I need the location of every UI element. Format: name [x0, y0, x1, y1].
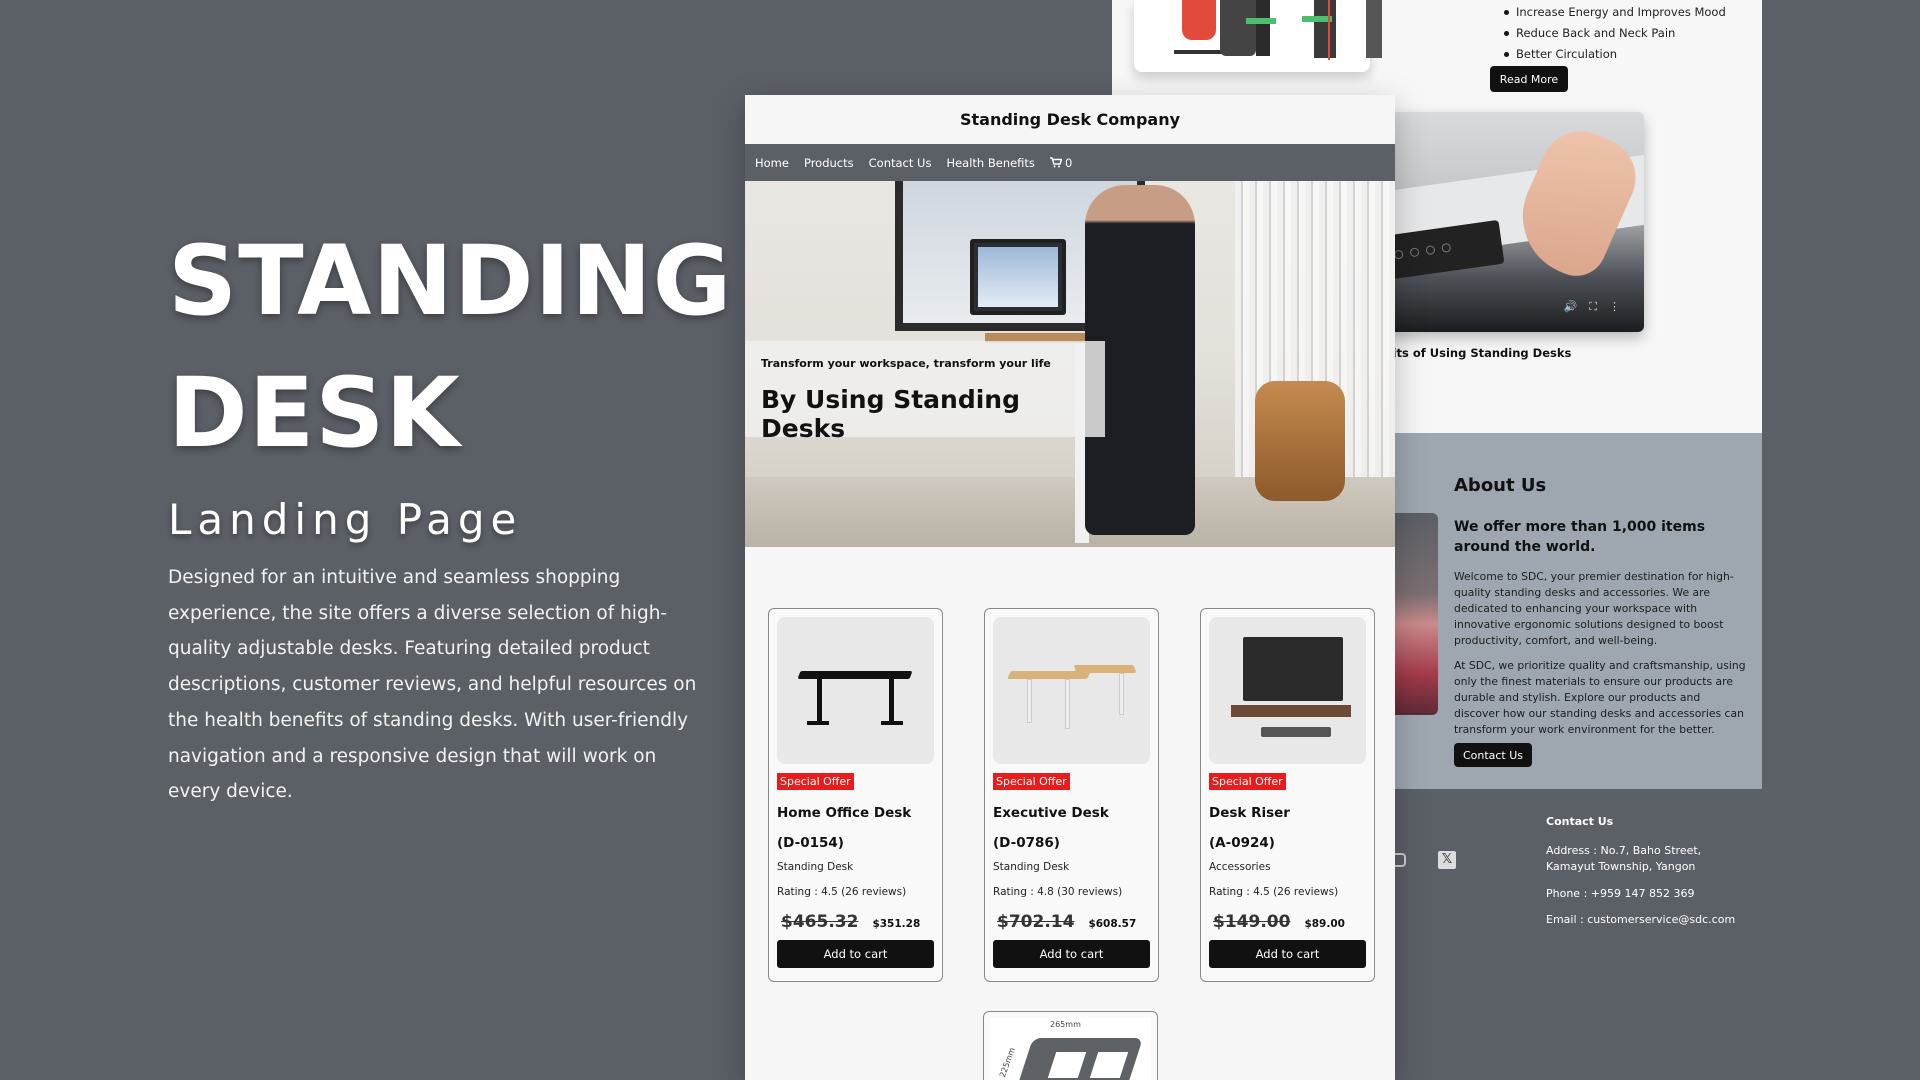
- product-card[interactable]: Special Offer Desk Riser (A-0924) Accesso…: [1200, 608, 1375, 982]
- dimension-label: 265mm: [1050, 1020, 1081, 1029]
- product-card[interactable]: 265mm 225mm: [983, 1011, 1158, 1080]
- footer-email[interactable]: Email : customerservice@sdc.com: [1546, 913, 1735, 926]
- about-paragraph: Welcome to SDC, your premier destination…: [1454, 570, 1734, 647]
- special-offer-badge: Special Offer: [1209, 773, 1286, 790]
- product-card[interactable]: Special Offer Executive Desk (D-0786) Sta…: [984, 608, 1159, 982]
- old-price: $702.14: [997, 912, 1075, 932]
- hero-subtitle: Landing Page: [168, 495, 523, 544]
- special-offer-badge: Special Offer: [777, 773, 854, 790]
- benefit-item: Better Circulation: [1504, 44, 1726, 65]
- special-offer-badge: Special Offer: [993, 773, 1070, 790]
- product-name[interactable]: Executive Desk (D-0786): [993, 798, 1150, 858]
- product-name[interactable]: Home Office Desk (D-0154): [777, 798, 934, 858]
- product-rating: Rating : 4.5 (26 reviews): [1209, 886, 1339, 898]
- video-controls-icon[interactable]: 🔊⛶⋮: [1564, 300, 1632, 314]
- product-category: Standing Desk: [777, 861, 854, 873]
- product-image[interactable]: [993, 617, 1150, 764]
- add-to-cart-button[interactable]: Add to cart: [1209, 940, 1366, 968]
- add-to-cart-button[interactable]: Add to cart: [777, 940, 934, 968]
- product-rating: Rating : 4.8 (30 reviews): [993, 886, 1123, 898]
- old-price: $465.32: [781, 912, 859, 932]
- product-card[interactable]: Special Offer Home Office Desk (D-0154) S…: [768, 608, 943, 982]
- hero-description: Designed for an intuitive and seamless s…: [168, 567, 697, 803]
- x-twitter-icon[interactable]: 𝕏: [1438, 851, 1456, 869]
- product-rating: Rating : 4.5 (26 reviews): [777, 886, 907, 898]
- about-title: About Us: [1454, 475, 1547, 496]
- ergonomics-illustration: [1134, 0, 1382, 72]
- product-image[interactable]: [777, 617, 934, 764]
- old-price: $149.00: [1213, 912, 1291, 932]
- hero-title-line1: STANDING: [168, 225, 733, 337]
- sale-price: $608.57: [1088, 918, 1137, 930]
- sale-price: $89.00: [1304, 918, 1345, 930]
- about-tagline: We offer more than 1,000 items around th…: [1454, 519, 1706, 555]
- video-caption: fits of Using Standing Desks: [1388, 346, 1572, 360]
- benefits-video[interactable]: 🔊⛶⋮: [1372, 112, 1644, 332]
- add-to-cart-button[interactable]: Add to cart: [993, 940, 1150, 968]
- about-photo: [1388, 513, 1438, 715]
- dimension-label-side: 225mm: [997, 1046, 1017, 1079]
- hero-title-line2: DESK: [168, 357, 461, 469]
- product-name[interactable]: Desk Riser (A-0924): [1209, 798, 1366, 858]
- benefits-list: Increase Energy and Improves Mood Reduce…: [1504, 2, 1726, 65]
- footer-address: Address : No.7, Baho Street, Kamayut Tow…: [1546, 844, 1702, 873]
- product-grid: Special Offer Home Office Desk (D-0154) S…: [745, 95, 1395, 1080]
- footer-phone: Phone : +959 147 852 369: [1546, 887, 1695, 900]
- benefit-item: Increase Energy and Improves Mood: [1504, 2, 1726, 23]
- footer-contact-title: Contact Us: [1546, 815, 1614, 828]
- contact-us-button[interactable]: Contact Us: [1454, 743, 1532, 767]
- benefit-item: Reduce Back and Neck Pain: [1504, 23, 1726, 44]
- product-category: Standing Desk: [993, 861, 1070, 873]
- landing-hero: STANDING DESK Landing Page Designed for …: [168, 215, 733, 810]
- read-more-button[interactable]: Read More: [1490, 66, 1568, 92]
- sale-price: $351.28: [872, 918, 921, 930]
- product-image[interactable]: [1209, 617, 1366, 764]
- product-image[interactable]: 265mm 225mm: [990, 1018, 1151, 1080]
- about-paragraph: At SDC, we prioritize quality and crafts…: [1454, 659, 1746, 736]
- product-category: Accessories: [1209, 861, 1271, 873]
